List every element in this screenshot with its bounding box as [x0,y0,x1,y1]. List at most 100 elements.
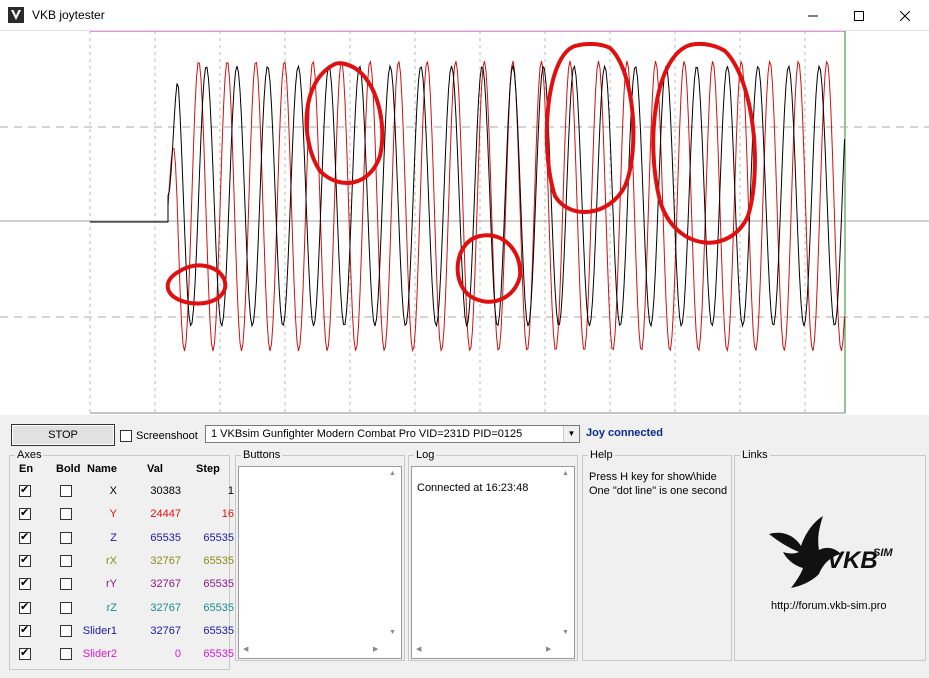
axis-step: 1 [227,485,234,497]
minimize-icon [808,15,818,16]
axis-bold-checkbox[interactable] [60,531,72,544]
log-hscrollbar[interactable]: ◀ ▶ [412,642,558,658]
log-entry: Connected at 16:23:48 [417,482,529,494]
axes-group: Axes En Bold Name Val Step X 30383 1 Y 24447… [9,449,234,671]
connection-status: Joy connected [586,427,664,439]
axis-name: rZ [106,601,117,614]
maximize-icon [854,10,864,21]
scroll-down-icon[interactable]: ▼ [562,629,569,636]
axis-enable-checkbox[interactable] [19,623,31,637]
axis-value: 32767 [150,601,181,614]
svg-text:SIM: SIM [873,547,893,559]
buttons-vscrollbar[interactable]: ▲ ▼ [385,467,401,642]
buttons-group: Buttons ▲ ▼ ◀ ▶ [235,449,405,661]
buttons-group-title: Buttons [241,449,283,461]
axis-row: Slider1 32767 65535 [10,623,234,648]
axes-group-title: Axes [15,449,44,461]
axis-bold-checkbox[interactable] [60,485,72,497]
help-group-title: Help [588,449,615,461]
log-vscrollbar[interactable]: ▲ ▼ [558,467,574,642]
axis-value: 65535 [150,531,181,544]
axis-row: Y 24447 16 [10,506,234,531]
scroll-up-icon[interactable]: ▲ [562,470,569,477]
scroll-down-icon[interactable]: ▼ [389,629,396,636]
trace-y [167,59,845,353]
chevron-down-icon[interactable]: ▼ [563,426,579,442]
app-icon [8,7,24,23]
axis-row: rX 32767 65535 [10,553,234,578]
close-button[interactable] [882,0,928,31]
axis-name: rY [106,578,117,591]
axis-enable-checkbox[interactable] [19,576,31,591]
close-icon [900,10,910,21]
forum-link[interactable]: http://forum.vkb-sim.pro [771,600,887,612]
axis-enable-checkbox[interactable] [19,646,31,661]
axis-bold-checkbox[interactable] [60,601,72,614]
screenshot-label: Screenshoot [136,430,198,442]
axis-name: Slider1 [82,624,117,637]
axis-row: Slider2 0 65535 [10,646,234,671]
col-header-name: Name [87,463,117,475]
device-select[interactable]: 1 VKBsim Gunfighter Modern Combat Pro VI… [205,425,580,443]
axis-name: rX [106,554,117,567]
scroll-right-icon[interactable]: ▶ [373,645,378,653]
axis-value: 0 [174,648,181,661]
links-group: Links VKB SIM http://forum.vkb-sim.pro [734,449,926,661]
axis-step: 65535 [203,531,234,544]
axis-name: Slider2 [82,648,117,661]
log-group: Log Connected at 16:23:48 ▲ ▼ ◀ ▶ [408,449,578,661]
axis-value: 30383 [150,485,181,497]
axis-bold-checkbox[interactable] [60,508,72,521]
axis-bold-checkbox[interactable] [60,624,72,637]
annotation-circles [165,41,757,306]
col-header-step: Step [196,463,220,475]
links-group-title: Links [740,449,770,461]
scroll-up-icon[interactable]: ▲ [389,470,396,477]
axis-bold-checkbox[interactable] [60,554,72,567]
axis-name: Z [110,531,117,544]
buttons-hscrollbar[interactable]: ◀ ▶ [239,642,385,658]
axis-enable-checkbox[interactable] [19,506,31,521]
axis-step: 65535 [203,624,234,637]
axis-name: Y [109,508,117,521]
axis-row: Z 65535 65535 [10,530,234,555]
axis-bold-checkbox[interactable] [60,648,72,661]
axis-plot [0,31,929,415]
axis-value: 32767 [150,554,181,567]
maximize-button[interactable] [836,0,882,31]
scroll-right-icon[interactable]: ▶ [546,645,551,653]
screenshot-checkbox[interactable] [120,430,132,442]
svg-text:VKB: VKB [827,547,878,574]
axis-enable-checkbox[interactable] [19,553,31,567]
vkbsim-logo[interactable]: VKB SIM [767,516,897,596]
col-header-bold: Bold [56,463,81,475]
axis-step: 65535 [203,554,234,567]
log-group-title: Log [414,449,437,461]
window-title: VKB joytester [32,8,105,22]
axis-step: 16 [221,508,234,521]
col-header-val: Val [147,463,163,475]
device-select-value: 1 VKBsim Gunfighter Modern Combat Pro VI… [211,428,523,440]
plot-canvas [0,31,929,414]
axis-bold-checkbox[interactable] [60,578,72,591]
axis-step: 65535 [203,578,234,591]
axis-value: 32767 [150,624,181,637]
axis-name: X [109,485,117,497]
axis-row: rY 32767 65535 [10,576,234,601]
axis-row: X 30383 1 [10,483,234,508]
help-group: Help Press H key for show\hide One "dot … [582,449,732,661]
controls-panel: STOP Screenshoot 1 VKBsim Gunfighter Mod… [0,415,929,678]
axis-enable-checkbox[interactable] [19,530,31,544]
log-list[interactable]: Connected at 16:23:48 ▲ ▼ ◀ ▶ [411,466,575,659]
axis-step: 65535 [203,648,234,661]
stop-button[interactable]: STOP [11,424,115,446]
scroll-left-icon[interactable]: ◀ [243,645,248,653]
buttons-list[interactable]: ▲ ▼ ◀ ▶ [238,466,402,659]
title-bar: VKB joytester [0,0,929,31]
col-header-en: En [19,463,34,475]
scroll-left-icon[interactable]: ◀ [416,645,421,653]
minimize-button[interactable] [790,0,836,31]
axis-enable-checkbox[interactable] [19,483,31,497]
axis-enable-checkbox[interactable] [19,600,31,614]
axis-step: 65535 [203,601,234,614]
